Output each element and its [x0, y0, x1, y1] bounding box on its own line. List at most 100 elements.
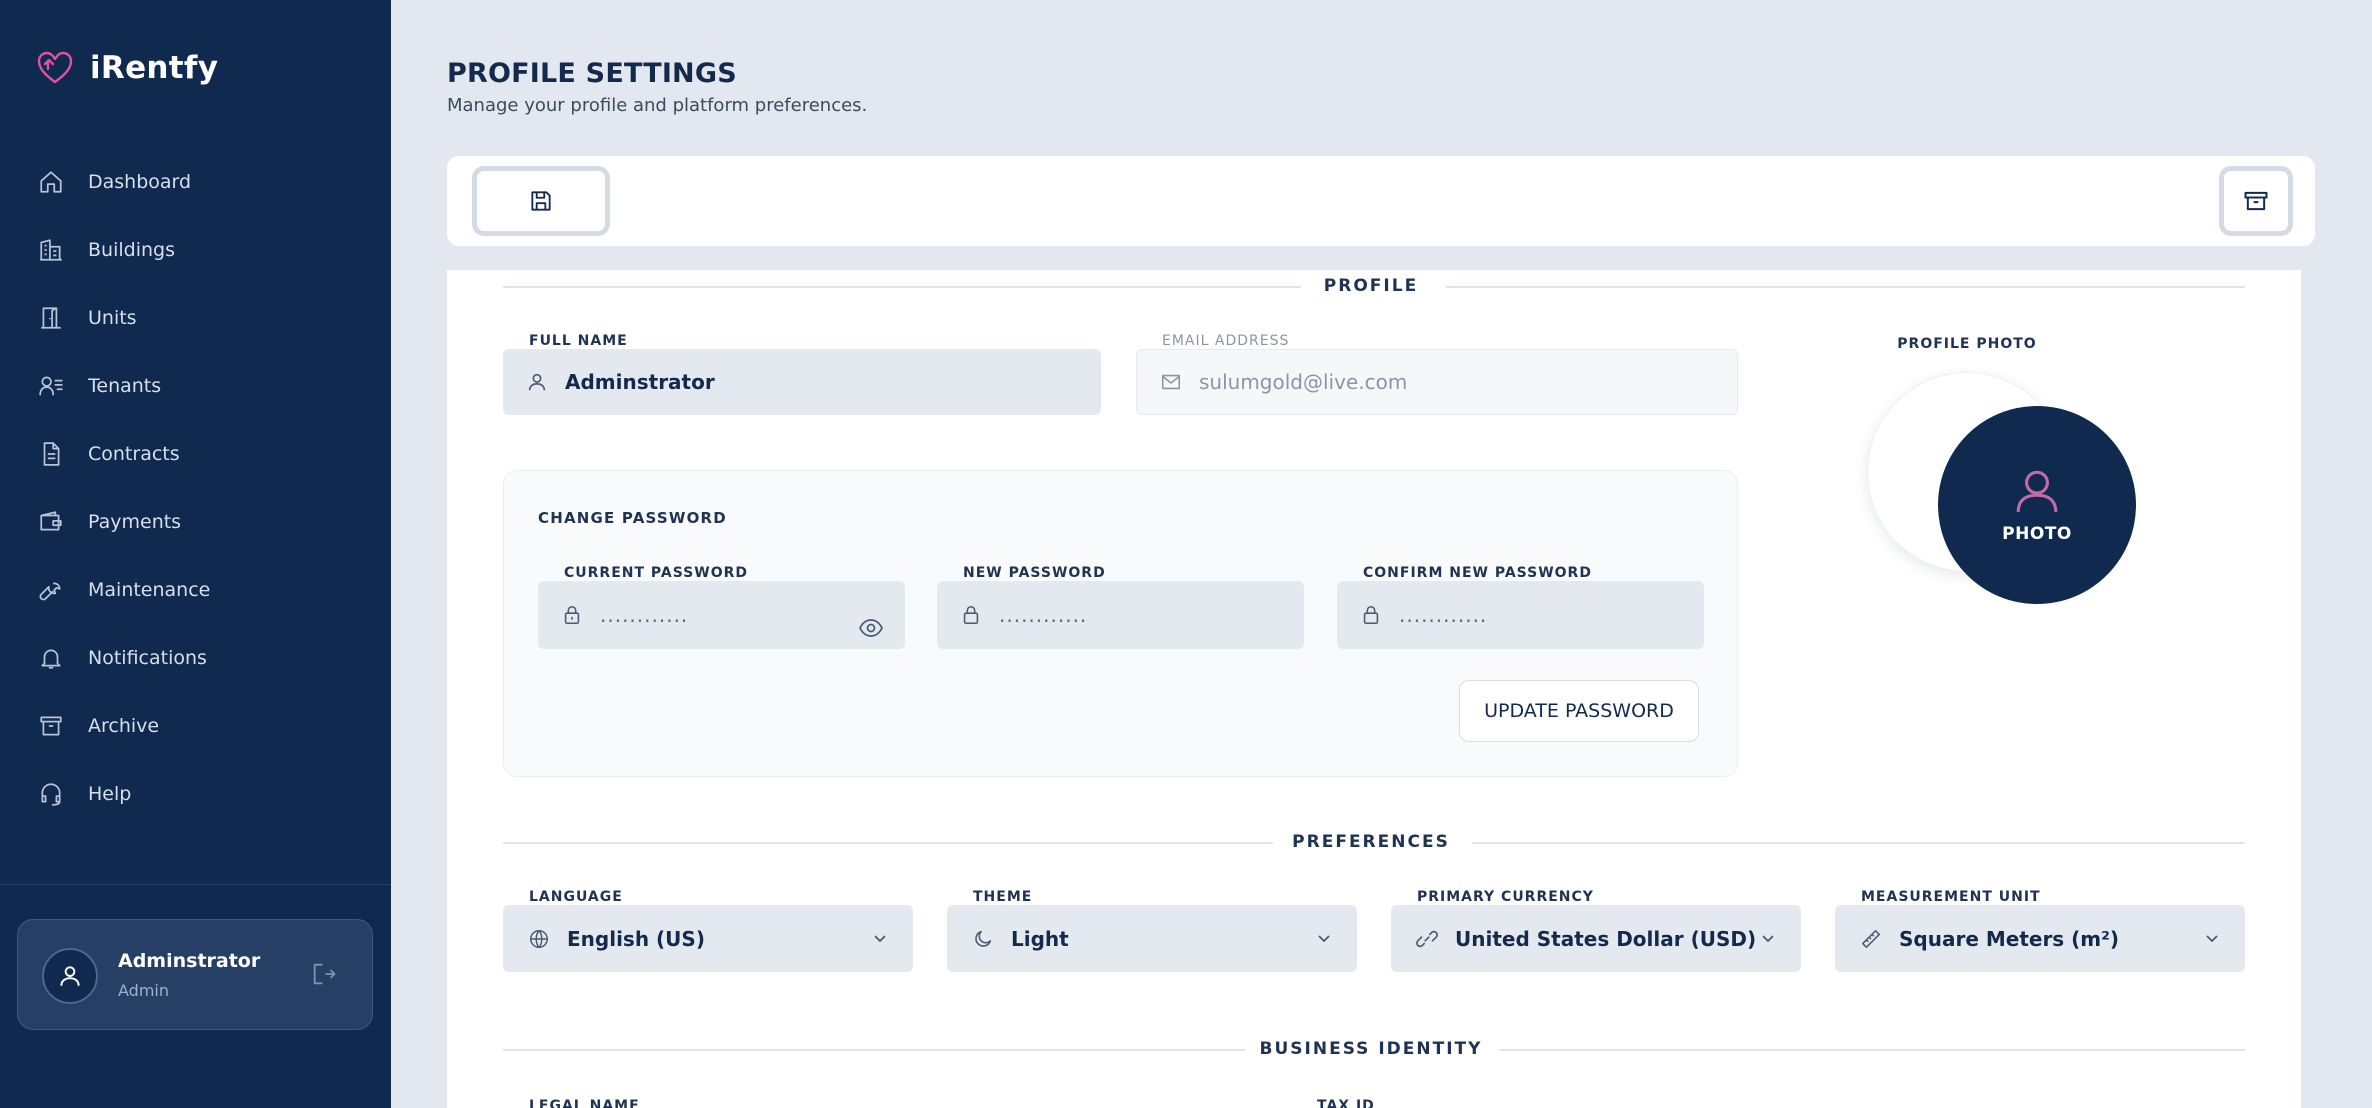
sidebar: iRentfy Dashboard Buildings Units Tenant… — [0, 0, 391, 1108]
update-password-button[interactable]: UPDATE PASSWORD — [1459, 680, 1699, 742]
currency-select[interactable]: United States Dollar (USD) — [1391, 905, 1801, 972]
current-password-field: ............ CURRENT PASSWORD — [538, 565, 905, 649]
current-password-input[interactable]: ............ — [538, 581, 905, 649]
link-icon — [1415, 927, 1439, 951]
door-icon — [36, 303, 66, 333]
document-icon — [36, 439, 66, 469]
full-name-value: Adminstrator — [565, 370, 715, 394]
confirm-password-input[interactable]: ............ — [1337, 581, 1704, 649]
full-name-field: Adminstrator FULL NAME — [503, 333, 1101, 415]
user-name: Adminstrator — [118, 950, 261, 972]
sidebar-item-archive[interactable]: Archive — [36, 704, 159, 748]
language-label: LANGUAGE — [529, 889, 623, 905]
sidebar-item-label: Notifications — [88, 647, 207, 669]
current-password-value: ............ — [600, 603, 689, 627]
profile-photo-upload[interactable]: PHOTO — [1938, 406, 2136, 604]
language-select[interactable]: English (US) — [503, 905, 913, 972]
user-role: Admin — [118, 981, 169, 1000]
sidebar-item-label: Payments — [88, 511, 182, 533]
currency-value: United States Dollar (USD) — [1455, 926, 1757, 951]
sidebar-item-notifications[interactable]: Notifications — [36, 636, 207, 680]
new-password-input[interactable]: ............ — [937, 581, 1304, 649]
theme-label: THEME — [973, 889, 1033, 905]
language-value: English (US) — [567, 926, 705, 951]
new-password-field: ............ NEW PASSWORD — [937, 565, 1304, 649]
section-title-business: BUSINESS IDENTITY — [1259, 1039, 1483, 1059]
avatar — [42, 948, 98, 1004]
email-label: EMAIL ADDRESS — [1162, 333, 1290, 349]
theme-select[interactable]: Light — [947, 905, 1357, 972]
toolbar — [447, 156, 2315, 246]
bell-icon — [36, 643, 66, 673]
measurement-unit-value: Square Meters (m²) — [1899, 926, 2120, 951]
measurement-unit-label: MEASUREMENT UNIT — [1861, 889, 2041, 905]
sidebar-item-label: Contracts — [88, 443, 180, 465]
archive-button[interactable] — [2219, 166, 2293, 236]
brand[interactable]: iRentfy — [36, 50, 218, 86]
lock-icon — [560, 603, 584, 627]
section-divider — [503, 286, 1301, 288]
sidebar-item-payments[interactable]: Payments — [36, 500, 181, 544]
headset-icon — [36, 779, 66, 809]
sidebar-item-label: Maintenance — [88, 579, 211, 601]
current-password-label: CURRENT PASSWORD — [564, 565, 748, 581]
sidebar-item-maintenance[interactable]: Maintenance — [36, 568, 210, 612]
sidebar-item-label: Tenants — [88, 375, 162, 397]
tax-id-label: TAX ID — [1317, 1098, 1375, 1108]
sidebar-item-label: Units — [88, 307, 137, 329]
sidebar-item-dashboard[interactable]: Dashboard — [36, 160, 191, 204]
chevron-down-icon — [2203, 929, 2221, 947]
theme-value: Light — [1011, 926, 1069, 951]
section-title-profile: PROFILE — [1323, 276, 1419, 296]
section-divider — [1472, 842, 2245, 844]
globe-icon — [527, 927, 551, 951]
sidebar-item-label: Help — [88, 783, 132, 805]
confirm-password-value: ............ — [1399, 603, 1488, 627]
app-name: iRentfy — [90, 50, 219, 86]
section-title-preferences: PREFERENCES — [1292, 832, 1450, 852]
full-name-input[interactable]: Adminstrator — [503, 349, 1101, 415]
photo-button-label: PHOTO — [2002, 524, 2072, 544]
sidebar-item-tenants[interactable]: Tenants — [36, 364, 161, 408]
wallet-icon — [36, 507, 66, 537]
lock-icon — [959, 603, 983, 627]
moon-icon — [971, 927, 995, 951]
eye-icon[interactable] — [859, 619, 883, 637]
save-button[interactable] — [472, 166, 610, 236]
lock-icon — [1359, 603, 1383, 627]
sidebar-item-buildings[interactable]: Buildings — [36, 228, 175, 272]
email-input[interactable]: sulumgold@live.com — [1136, 349, 1738, 415]
new-password-label: NEW PASSWORD — [963, 565, 1106, 581]
full-name-label: FULL NAME — [529, 333, 628, 349]
user-icon — [2012, 466, 2062, 516]
ruler-icon — [1859, 927, 1883, 951]
change-password-title: CHANGE PASSWORD — [538, 509, 727, 527]
change-password-panel: CHANGE PASSWORD ............ CURRENT PAS… — [503, 470, 1738, 777]
home-icon — [36, 167, 66, 197]
confirm-password-label: CONFIRM NEW PASSWORD — [1363, 565, 1592, 581]
sidebar-item-label: Buildings — [88, 239, 175, 261]
sidebar-item-units[interactable]: Units — [36, 296, 137, 340]
sidebar-divider — [0, 884, 391, 885]
sidebar-item-help[interactable]: Help — [36, 772, 131, 816]
save-icon — [528, 188, 554, 214]
sidebar-item-contracts[interactable]: Contracts — [36, 432, 180, 476]
logo-icon — [36, 50, 74, 86]
chevron-down-icon — [871, 929, 889, 947]
archive-icon — [2242, 187, 2270, 215]
page-subtitle: Manage your profile and platform prefere… — [447, 95, 868, 116]
wrench-icon — [36, 575, 66, 605]
currency-field: United States Dollar (USD) PRIMARY CURRE… — [1391, 889, 1801, 972]
section-divider — [503, 842, 1273, 844]
legal-name-label: LEGAL NAME — [529, 1098, 640, 1108]
email-field: sulumgold@live.com EMAIL ADDRESS — [1136, 333, 1738, 415]
logout-icon[interactable] — [310, 960, 340, 990]
measurement-unit-field: Square Meters (m²) MEASUREMENT UNIT — [1835, 889, 2245, 972]
section-divider — [1500, 1049, 2245, 1051]
confirm-password-field: ............ CONFIRM NEW PASSWORD — [1337, 565, 1704, 649]
new-password-value: ............ — [999, 603, 1088, 627]
measurement-unit-select[interactable]: Square Meters (m²) — [1835, 905, 2245, 972]
user-icon — [525, 370, 549, 394]
user-card[interactable]: Adminstrator Admin — [17, 919, 373, 1030]
settings-card: PROFILE Adminstrator FULL NAME sulumgold… — [447, 270, 2301, 1108]
